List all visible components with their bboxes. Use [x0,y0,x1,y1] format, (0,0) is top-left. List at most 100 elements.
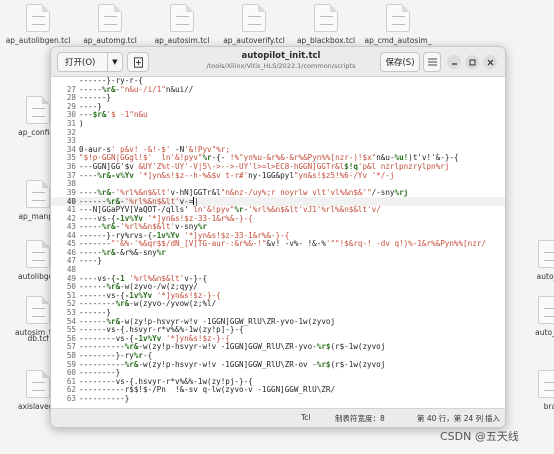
code-text: ---N]GGaPYV[VaQOT-/qlls' ln'&!pyv"%r-'%r… [79,206,381,214]
code-token: -N [175,145,185,154]
maximize-button[interactable] [465,55,479,69]
line-number: 52 [66,300,76,309]
desktop-file-label: ap_autoverify.tcl [223,36,285,45]
window-file-path: /tools/Xilinx/Vitis_HLS/2022.1/common/sc… [206,62,356,70]
code-token: ----------} [79,394,130,403]
chevron-down-icon[interactable]: ▼ [108,58,122,66]
code-token: -&r%&-sny [115,248,157,257]
code-line[interactable]: 43 -----%r&-'%rl%&n$&lt'v-sny%r [51,223,505,232]
code-line[interactable]: 50 ------%r&-w(zyvo-/w(z;qyy/ [51,283,505,292]
code-line[interactable]: 46 -----%r&-&r%&-sny%r [51,249,505,258]
code-line[interactable]: 59 ----------%r&-w(zy!p-hsvyr-w!v -1GGN]G… [51,361,505,370]
code-text: ----vs-{-1 '%rl%&n$&lt'v-}-{ [79,275,207,283]
file-lines-decoration [392,16,405,25]
current-code-line[interactable]: 40 ------%r&-'%rl%&n$&lt'v-=| [51,197,505,206]
code-token: -w(zy!p-hsvyr-w!v -1GGN]GGW_RlU\ZR-yvo- [138,343,317,352]
code-line[interactable]: 29 ----} [51,103,505,112]
code-token: ----} [79,102,102,111]
code-line[interactable]: 61 --------vs-{.hsvyr-r*v%&%-1w(zy!pj-}-{ [51,378,505,387]
desktop-file-icon[interactable]: ap_blackbox.tcl [286,4,366,50]
desktop-file-label: ap_autolibgen.tcl [5,36,71,45]
cursor-position[interactable]: 第 40 行，第 24 列 [417,413,483,424]
line-number: 59 [66,360,76,369]
code-line[interactable]: 58 --------}-ry%r-{ [51,352,505,361]
code-token: ----vs-{ [79,214,116,223]
new-document-button[interactable] [127,52,149,72]
minimize-button[interactable] [447,55,461,69]
code-text: ----} [79,103,102,111]
save-button[interactable]: 保存(S) [380,52,420,72]
desktop-file-icon[interactable]: auto_ve [510,296,554,342]
file-lines-decoration [104,16,117,25]
code-token: --------} [79,369,121,378]
code-token: $!q [344,162,358,171]
file-lines-decoration [544,308,554,317]
code-line[interactable]: 47 ----} [51,257,505,266]
code-token: %r$ [316,360,331,369]
code-line[interactable]: 41 ---N]GGaPYV[VaQOT-/qlls' ln'&!pyv"%r-'… [51,206,505,215]
code-token: %r& [115,300,130,309]
new-document-icon [133,56,143,68]
tcl-file-icon [26,4,50,32]
desktop-file-icon[interactable]: ap_autoverify.tcl [214,4,294,50]
language-selector[interactable]: Tcl [301,413,311,422]
code-line[interactable]: 36 ---GGN]GG'$v &UY'Z%t-UY'-V|5\->-->-UY'… [51,163,505,172]
code-token: ----- [79,85,102,94]
desktop-file-icon[interactable]: ap_automg.tcl [70,4,150,50]
code-line[interactable]: 33 [51,137,505,146]
code-line[interactable]: 42 ----vs-{-1v%Yv '*]yn&s!$z-33-1&r%&-}-{ [51,215,505,224]
code-editor[interactable]: ------}-ry-r-{27 -----%r&-"n&u-/i/1"n&ui/… [51,77,505,410]
tab-width-selector[interactable]: 制表符宽度：8 [335,413,385,424]
code-line[interactable]: ------}-ry-r-{ [51,77,505,86]
watermark: CSDN @五天线 [440,430,519,443]
code-line[interactable]: 38 [51,180,505,189]
desktop-file-icon[interactable]: auto_rt [510,240,554,286]
code-line[interactable]: 34 0-aur-s' p&v! -&!-$' -N'&!Pyv"%r; [51,146,505,155]
code-line[interactable]: 51 ------vs-{-1v%Yv '*]yn&s!$z-}-{ [51,292,505,301]
code-token: 'p&l nzrlpnzrylpn%rj [357,162,450,171]
code-line[interactable]: 32 [51,129,505,138]
code-line[interactable]: 54 ------%r&-w(zy!p-hsvyr-w!v -1GGN]GGW_R… [51,318,505,327]
code-line[interactable]: 35 "$!p-GGN|GGgl!$' ln'&!pyv"%r-{- !%"yn%… [51,154,505,163]
code-line[interactable]: 37 ----%r&-v%Yv '*]yn&s!$z--h-%&$v t-r#'n… [51,172,505,181]
code-line[interactable]: 48 [51,266,505,275]
code-line[interactable]: 31) [51,120,505,129]
code-line[interactable]: 55 ------vs-{.hsvyr-r*v%&%-1w(zy!p]-}-{ [51,326,505,335]
desktop-file-icon[interactable]: ap_cmd_autosim_ [358,4,438,50]
code-token: ------ [79,283,107,292]
desktop-file-label: bra [543,402,554,411]
code-line[interactable]: 27 -----%r&-"n&u-/i/1"n&ui// [51,86,505,95]
desktop-file-icon[interactable]: ap_autosim.tcl [142,4,222,50]
text-editor-window: 打开(O) ▼ autopilot_init.tcl /tools/Xilinx… [50,46,506,428]
desktop-file-icon[interactable]: ap_autolibgen.tcl [0,4,78,50]
code-token: &v! -v%- !&-% [266,240,326,249]
code-line[interactable]: 39 ----%r&-'%rl%&n$&lt'v-hN]GGTr&l"n&nz-/… [51,189,505,198]
code-token: '%rl%&n$&lt' [115,188,171,197]
code-line[interactable]: 60 --------} [51,369,505,378]
code-token: %r [133,352,144,360]
code-line[interactable]: 52 --------%r&-w(zyvo-/yvow(z;%l/ [51,300,505,309]
open-button[interactable]: 打开(O) ▼ [57,52,123,72]
code-line[interactable]: 53 ------} [51,309,505,318]
line-number: 60 [66,369,76,378]
menu-button[interactable] [423,52,441,72]
close-button[interactable] [483,55,497,69]
code-line[interactable]: 28 ------} [51,94,505,103]
desktop-file-icon[interactable]: bra [510,370,554,416]
code-token: --- [79,111,93,120]
code-line[interactable]: 45 -------"'&%-'%&qr$$/dN_[V[TG-aur-:&r%&… [51,240,505,249]
code-line[interactable]: 62 ----------r$$!$-/Pn !&-sv q-lw(zyvo-v … [51,386,505,395]
code-token: "n&u-/i/1" [120,85,166,94]
code-line[interactable]: 63 ----------} [51,395,505,404]
code-line[interactable]: 56 --------vs-{-1v%Yv '*]yn&s!$z-}-{ [51,335,505,344]
code-line[interactable]: 49 ----vs-{-1 '%rl%&n$&lt'v-}-{ [51,275,505,284]
line-number: 28 [66,94,76,103]
code-line[interactable]: 57 ----------%r&-w(zy!p-hsvyr-w!v -1GGN]G… [51,343,505,352]
code-line[interactable]: 30 ---$r&'$ -1"n&u [51,111,505,120]
code-line[interactable]: 44 ------}-ry%rvs-{-1v%Yv '*]yn&s!$z-33-1… [51,232,505,241]
file-lines-decoration [32,308,45,317]
code-token: %r& [106,197,121,206]
code-token: %r& [101,85,116,94]
code-token: '*]yn&s!$z-}-{ [161,334,230,343]
code-token: -1v%Yv [115,214,144,223]
